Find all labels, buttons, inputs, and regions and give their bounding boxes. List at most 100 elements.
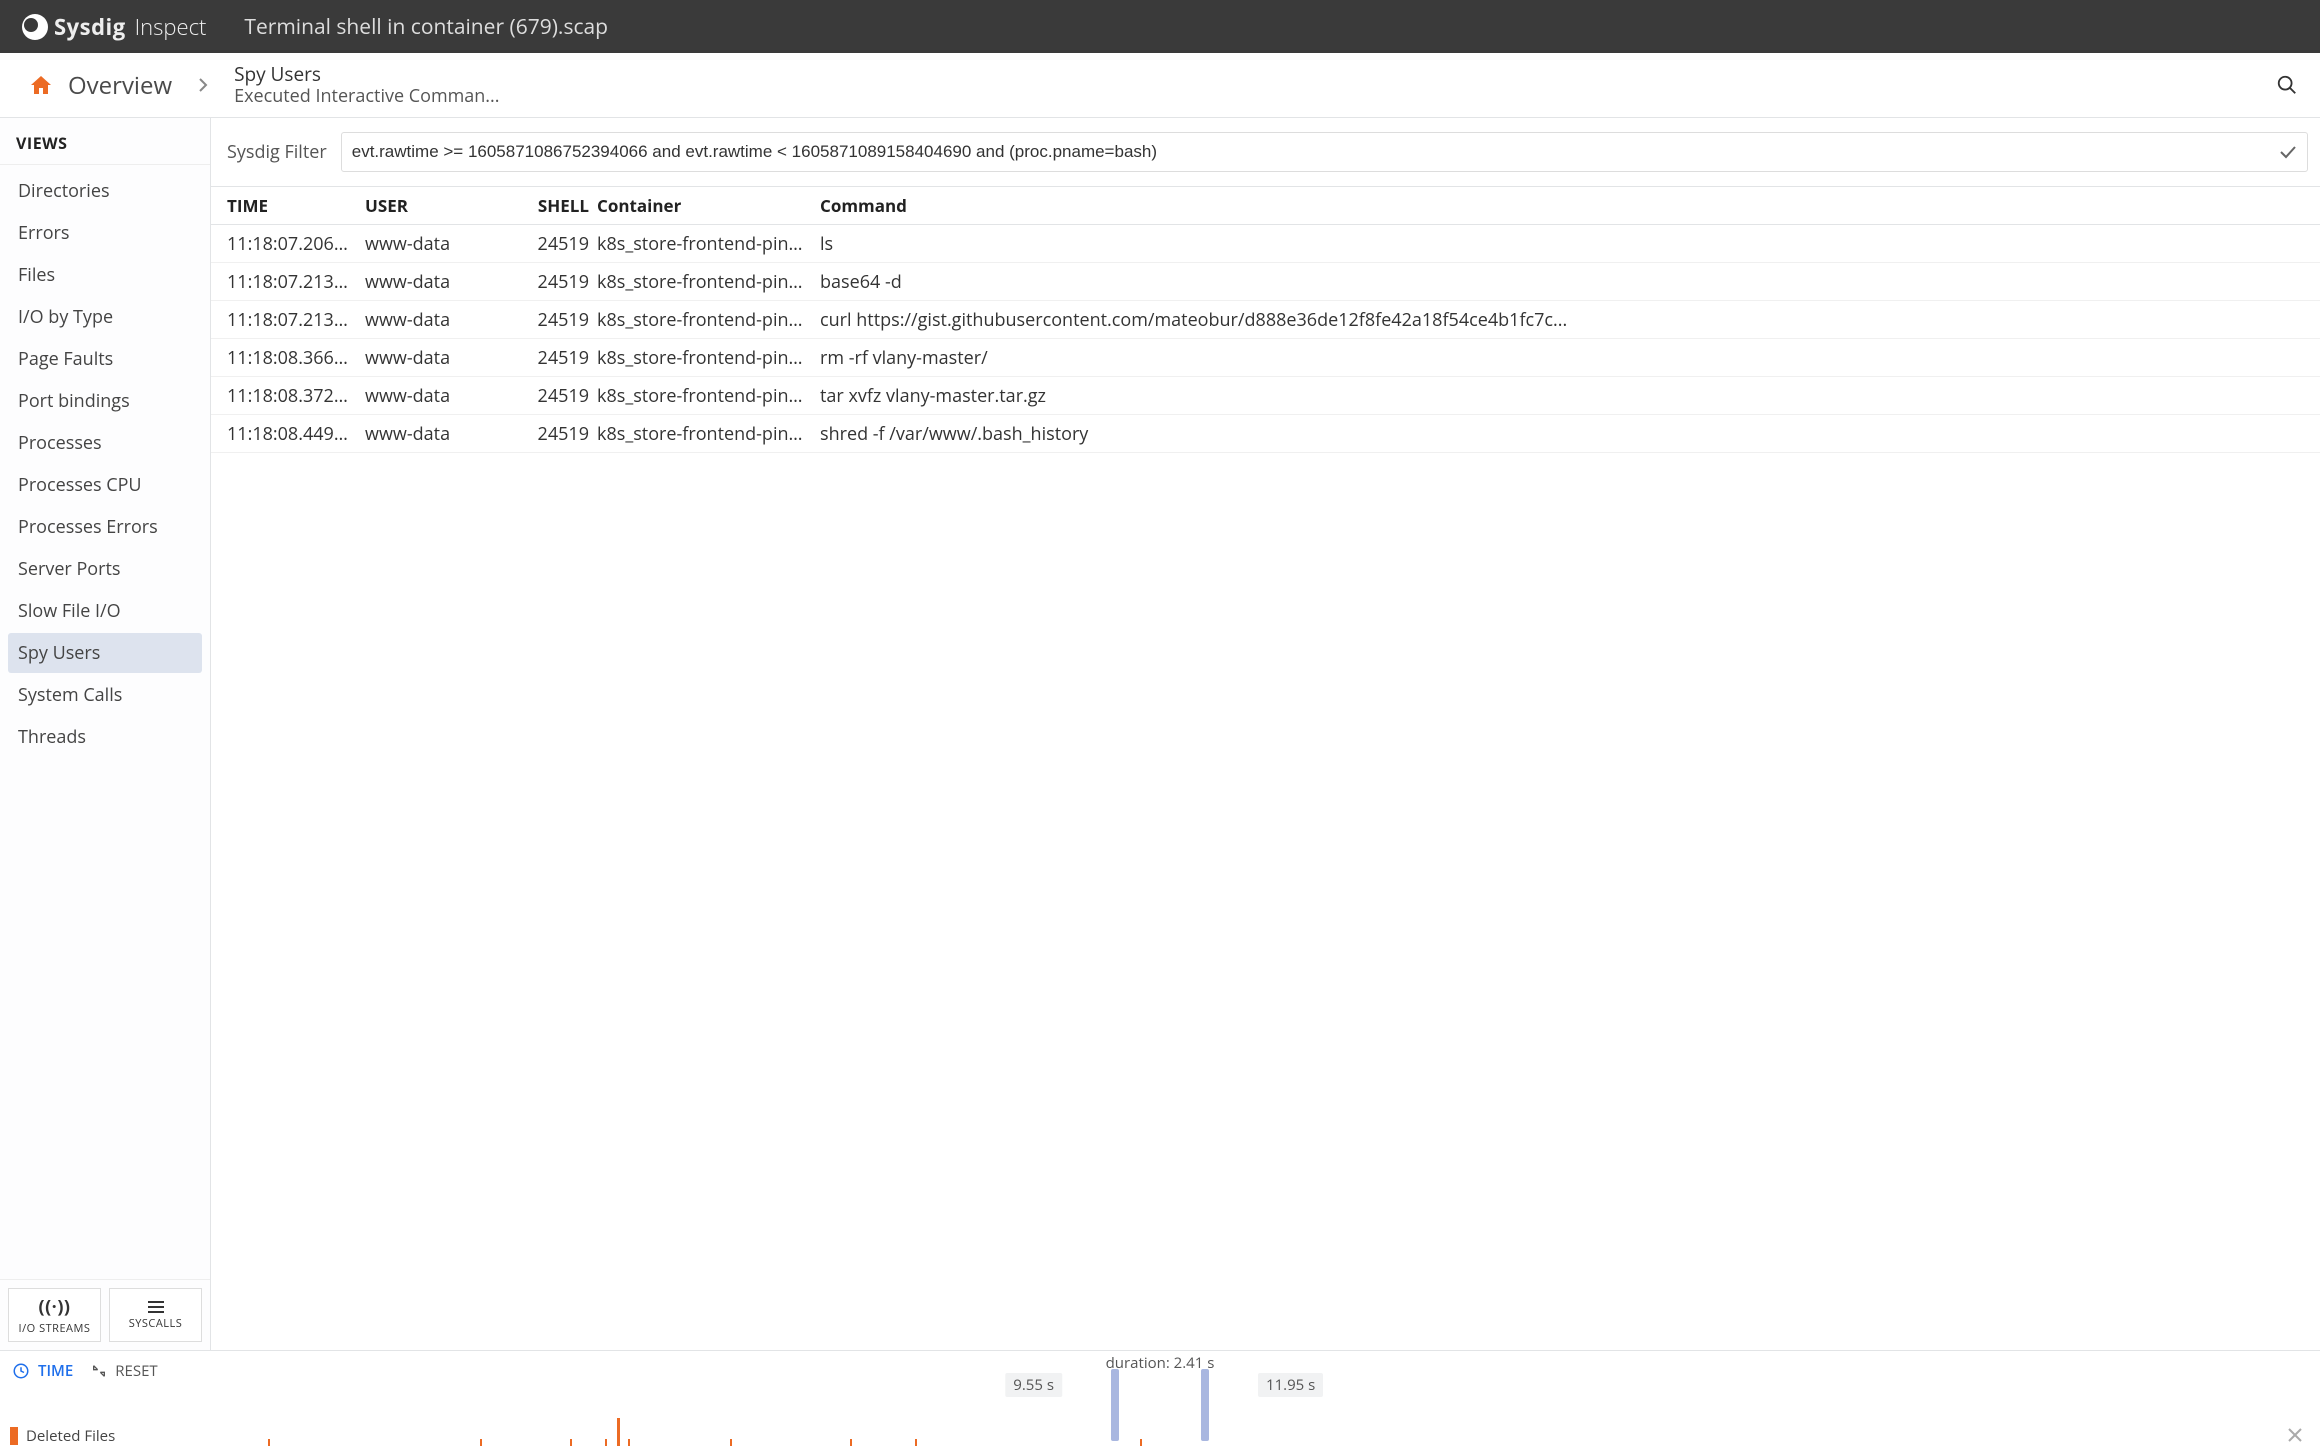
table-row[interactable]: 11:18:07.21333...www-data24519k8s_store-… bbox=[211, 263, 2320, 301]
filter-row: Sysdig Filter bbox=[211, 118, 2320, 187]
cell-user: www-data bbox=[365, 346, 525, 370]
timeline-mark bbox=[915, 1439, 917, 1446]
commands-table: TIME USER SHELL Container Command 11:18:… bbox=[211, 187, 2320, 1350]
timeline-track[interactable]: Deleted Files bbox=[10, 1412, 2310, 1446]
syscalls-label: SYSCALLS bbox=[129, 1316, 183, 1331]
timeline-spike bbox=[617, 1418, 620, 1446]
timeline-mark bbox=[730, 1439, 732, 1446]
sidebar-item-directories[interactable]: Directories bbox=[8, 171, 202, 211]
cell-shell: 24519 bbox=[533, 232, 589, 256]
sidebar-item-processes-errors[interactable]: Processes Errors bbox=[8, 507, 202, 547]
cell-shell: 24519 bbox=[533, 422, 589, 446]
app-header: Sysdig Inspect Terminal shell in contain… bbox=[0, 0, 2320, 53]
cell-command: curl https://gist.githubusercontent.com/… bbox=[820, 308, 2304, 332]
cell-container: k8s_store-frontend-ping-php... bbox=[597, 270, 812, 294]
brand-subname: Inspect bbox=[135, 12, 207, 42]
timeline-mark bbox=[268, 1439, 270, 1446]
cell-container: k8s_store-frontend-ping-php... bbox=[597, 308, 812, 332]
cell-time: 11:18:07.20696... bbox=[227, 232, 357, 256]
cell-user: www-data bbox=[365, 308, 525, 332]
col-time[interactable]: TIME bbox=[227, 194, 357, 217]
duration-label: duration: 2.41 s bbox=[1106, 1353, 1215, 1373]
cell-container: k8s_store-frontend-ping-php... bbox=[597, 384, 812, 408]
cell-command: base64 -d bbox=[820, 270, 2304, 294]
sidebar-item-system-calls[interactable]: System Calls bbox=[8, 675, 202, 715]
sidebar-header: VIEWS bbox=[0, 118, 210, 165]
time-toggle[interactable]: TIME bbox=[12, 1361, 73, 1381]
app-logo: Sysdig Inspect bbox=[22, 12, 206, 42]
sysdig-filter-input[interactable] bbox=[342, 133, 2307, 171]
cell-time: 11:18:08.44914... bbox=[227, 422, 357, 446]
col-user[interactable]: USER bbox=[365, 194, 525, 217]
breadcrumb-bar: Overview Spy Users Executed Interactive … bbox=[0, 53, 2320, 118]
sidebar-item-threads[interactable]: Threads bbox=[8, 717, 202, 757]
syscalls-icon bbox=[146, 1300, 166, 1314]
io-streams-label: I/O STREAMS bbox=[19, 1321, 91, 1336]
logo-icon bbox=[22, 14, 48, 40]
syscalls-button[interactable]: SYSCALLS bbox=[109, 1288, 202, 1342]
timeline-right-tick: 11.95 s bbox=[1258, 1373, 1323, 1397]
filter-label: Sysdig Filter bbox=[227, 140, 327, 164]
breadcrumb-current-view: Spy Users Executed Interactive Comman... bbox=[234, 63, 499, 107]
timeline-mark bbox=[1140, 1439, 1142, 1446]
cell-user: www-data bbox=[365, 422, 525, 446]
timeline-mark bbox=[628, 1439, 630, 1446]
io-streams-icon: ((·)) bbox=[38, 1295, 70, 1319]
cell-shell: 24519 bbox=[533, 384, 589, 408]
time-label: TIME bbox=[38, 1361, 73, 1381]
sidebar-item-port-bindings[interactable]: Port bindings bbox=[8, 381, 202, 421]
sidebar-item-files[interactable]: Files bbox=[8, 255, 202, 295]
chevron-right-icon bbox=[198, 77, 208, 93]
sidebar-item-spy-users[interactable]: Spy Users bbox=[8, 633, 202, 673]
sidebar-item-i-o-by-type[interactable]: I/O by Type bbox=[8, 297, 202, 337]
cell-shell: 24519 bbox=[533, 308, 589, 332]
legend-label: Deleted Files bbox=[26, 1426, 115, 1446]
timeline-close-icon[interactable] bbox=[2288, 1428, 2302, 1442]
timeline-panel: TIME RESET duration: 2.41 s 9.55 s 11.95… bbox=[0, 1350, 2320, 1450]
table-row[interactable]: 11:18:08.36645... www-data 24519 k8s_store-… bbox=[211, 339, 2320, 377]
view-list: DirectoriesErrorsFilesI/O by TypePage Fa… bbox=[0, 165, 210, 1279]
sidebar-item-errors[interactable]: Errors bbox=[8, 213, 202, 253]
timeline-mark bbox=[480, 1439, 482, 1446]
io-streams-button[interactable]: ((·)) I/O STREAMS bbox=[8, 1288, 101, 1342]
file-title: Terminal shell in container (679).scap bbox=[244, 13, 608, 41]
legend-swatch-icon bbox=[10, 1427, 18, 1445]
cell-time: 11:18:07.21388... bbox=[227, 308, 357, 332]
cell-time: 11:18:08.37248... bbox=[227, 384, 357, 408]
search-icon[interactable] bbox=[2276, 74, 2298, 96]
cell-command: shred -f /var/www/.bash_history bbox=[820, 422, 2304, 446]
home-icon[interactable] bbox=[28, 73, 54, 97]
sidebar-item-server-ports[interactable]: Server Ports bbox=[8, 549, 202, 589]
cell-user: www-data bbox=[365, 270, 525, 294]
filter-apply-icon[interactable] bbox=[2279, 145, 2297, 159]
brand-name: Sysdig bbox=[54, 12, 126, 42]
main-panel: Sysdig Filter TIME USER SHELL Container … bbox=[211, 118, 2320, 1350]
reset-label: RESET bbox=[115, 1361, 157, 1381]
sidebar-item-processes[interactable]: Processes bbox=[8, 423, 202, 463]
cell-shell: 24519 bbox=[533, 346, 589, 370]
col-shell[interactable]: SHELL bbox=[533, 194, 589, 217]
timeline-left-tick: 9.55 s bbox=[1005, 1373, 1062, 1397]
reset-button[interactable]: RESET bbox=[91, 1361, 157, 1381]
breadcrumb-overview[interactable]: Overview bbox=[68, 69, 172, 102]
cell-command: ls bbox=[820, 232, 2304, 256]
col-container[interactable]: Container bbox=[597, 194, 812, 217]
timeline-mark bbox=[570, 1439, 572, 1446]
cell-time: 11:18:08.36645... bbox=[227, 346, 357, 370]
col-command[interactable]: Command bbox=[820, 194, 2304, 217]
cell-container: k8s_store-frontend-ping-php... bbox=[597, 422, 812, 446]
sidebar-buttons: ((·)) I/O STREAMS SYSCALLS bbox=[0, 1279, 210, 1350]
cell-user: www-data bbox=[365, 232, 525, 256]
cell-container: k8s_store-frontend-ping-php... bbox=[597, 346, 812, 370]
timeline-mark bbox=[605, 1439, 607, 1446]
cell-command: tar xvfz vlany-master.tar.gz bbox=[820, 384, 2304, 408]
cell-shell: 24519 bbox=[533, 270, 589, 294]
sidebar-item-page-faults[interactable]: Page Faults bbox=[8, 339, 202, 379]
table-row[interactable]: 11:18:07.20696...www-data24519k8s_store-… bbox=[211, 225, 2320, 263]
table-row[interactable]: 11:18:08.44914... www-data 24519 k8s_store-… bbox=[211, 415, 2320, 453]
breadcrumb-view-title: Spy Users bbox=[234, 63, 499, 86]
sidebar-item-processes-cpu[interactable]: Processes CPU bbox=[8, 465, 202, 505]
table-row[interactable]: 11:18:07.21388... www-data 24519 k8s_store-… bbox=[211, 301, 2320, 339]
table-row[interactable]: 11:18:08.37248...www-data24519k8s_store-… bbox=[211, 377, 2320, 415]
sidebar-item-slow-file-i-o[interactable]: Slow File I/O bbox=[8, 591, 202, 631]
